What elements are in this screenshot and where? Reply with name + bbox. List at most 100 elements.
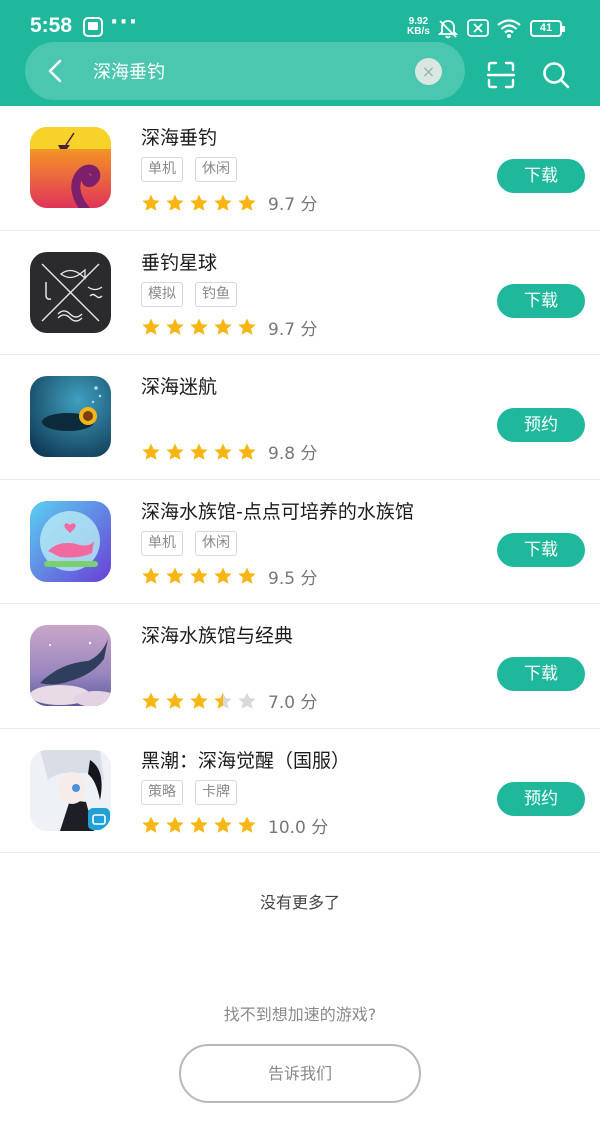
no-more-text: 没有更多了 xyxy=(259,893,340,912)
game-icon-subnautica xyxy=(30,376,111,457)
tag: 钓鱼 xyxy=(195,281,237,307)
star-filled-icon xyxy=(142,443,160,460)
game-icon-whale xyxy=(30,625,111,706)
star-filled-icon xyxy=(214,318,232,335)
game-name: 深海水族馆与经典 xyxy=(141,625,294,647)
app-notification-icon xyxy=(83,17,103,37)
score: 9.7 分 xyxy=(268,195,318,215)
mute-bell-icon xyxy=(437,20,459,39)
download-button[interactable]: 下载 xyxy=(497,283,585,318)
score: 7.0 分 xyxy=(268,693,318,713)
score: 10.0 分 xyxy=(268,817,329,838)
game-name: 深海水族馆-点点可培养的水族馆 xyxy=(141,500,414,523)
star-filled-icon xyxy=(166,318,184,335)
status-time: 5:58 xyxy=(30,14,73,37)
star-filled-icon xyxy=(190,318,208,335)
star-filled-icon xyxy=(190,443,208,460)
game-icon-fishing-planet xyxy=(30,251,111,333)
search-icon[interactable] xyxy=(541,60,571,90)
list-item[interactable]: 深海垂钓 单机 休闲 9.7 分 下载 xyxy=(0,106,600,231)
star-filled-icon xyxy=(142,692,160,709)
star-filled-icon xyxy=(238,816,256,833)
game-name: 垂钓星球 xyxy=(141,251,218,274)
star-filled-icon xyxy=(214,194,232,211)
star-filled-icon xyxy=(142,816,160,833)
star-filled-icon xyxy=(238,443,256,460)
tag: 卡牌 xyxy=(195,779,237,805)
star-rating xyxy=(141,441,261,460)
star-filled-icon xyxy=(166,443,184,460)
star-filled-icon xyxy=(166,692,184,709)
star-filled-icon xyxy=(190,567,208,584)
list-item[interactable]: 深海水族馆与经典 7.0 分 下载 xyxy=(0,604,600,729)
list-item[interactable]: 黑潮：深海觉醒（国服） 策略 卡牌 10.0 分 预约 xyxy=(0,729,600,853)
search-bar: × xyxy=(25,42,465,100)
game-name: 黑潮：深海觉醒（国服） xyxy=(141,749,351,772)
tag-list: 策略 卡牌 xyxy=(141,779,249,805)
result-list: 深海垂钓 单机休闲 9.7 分 下载 垂钓星球 模拟钓鱼 9.7 分 下载 xyxy=(0,106,600,853)
reserve-button[interactable]: 预约 xyxy=(497,781,585,816)
rating: 7.0 分 xyxy=(141,688,318,713)
header: 5:58 ··· 9.92 KB/s 41 × xyxy=(0,0,600,106)
feedback-hint: 找不到想加速的游戏? xyxy=(223,1005,377,1024)
game-icon-deep-sea-fishing xyxy=(30,127,111,208)
star-filled-icon xyxy=(214,567,232,584)
star-half-icon xyxy=(214,692,232,709)
battery-icon: 41 xyxy=(530,20,565,37)
list-item[interactable]: 深海迷航 9.8 分 预约 xyxy=(0,355,600,480)
search-input[interactable] xyxy=(93,56,403,86)
reserve-button[interactable]: 预约 xyxy=(497,408,585,442)
game-name: 深海迷航 xyxy=(141,376,218,398)
game-icon-aquarium xyxy=(30,500,111,582)
star-rating xyxy=(141,317,261,336)
download-button[interactable]: 下载 xyxy=(497,657,585,691)
star-empty-icon xyxy=(238,692,256,709)
star-filled-icon xyxy=(142,194,160,211)
rating: 9.5 分 xyxy=(141,564,318,589)
star-rating xyxy=(141,192,261,211)
game-icon-black-tide xyxy=(30,749,111,831)
star-filled-icon xyxy=(238,567,256,584)
rating: 10.0 分 xyxy=(141,813,329,838)
net-speed-unit: KB/s xyxy=(407,26,430,37)
tag: 单机 xyxy=(141,530,183,556)
star-filled-icon xyxy=(238,194,256,211)
list-item[interactable]: 垂钓星球 模拟 钓鱼 9.7 分 下载 xyxy=(0,231,600,355)
scan-icon[interactable] xyxy=(486,60,516,90)
clear-icon[interactable]: × xyxy=(415,58,442,85)
star-filled-icon xyxy=(214,443,232,460)
tag: 模拟 xyxy=(141,281,183,307)
tag: 策略 xyxy=(141,779,183,805)
star-filled-icon xyxy=(190,816,208,833)
rating: 9.7 分 xyxy=(141,190,318,215)
rating: 9.7 分 xyxy=(141,315,318,340)
wifi-icon xyxy=(497,19,521,38)
tag: 休闲 xyxy=(195,157,237,182)
download-button[interactable]: 下载 xyxy=(497,532,585,567)
star-rating xyxy=(141,815,261,834)
no-sim-icon xyxy=(467,19,489,37)
star-rating xyxy=(141,690,261,709)
score: 9.7 分 xyxy=(268,319,318,340)
score: 9.5 分 xyxy=(268,568,318,589)
status-bar: 5:58 ··· 9.92 KB/s 41 xyxy=(0,0,600,40)
star-filled-icon xyxy=(238,318,256,335)
star-filled-icon xyxy=(190,194,208,211)
game-name: 深海垂钓 xyxy=(141,127,218,149)
list-item[interactable]: 深海水族馆-点点可培养的水族馆 单机 休闲 9.5 分 下载 xyxy=(0,480,600,604)
tag: 单机 xyxy=(141,157,183,182)
star-filled-icon xyxy=(214,816,232,833)
tag-list: 模拟 钓鱼 xyxy=(141,281,249,307)
rating: 9.8 分 xyxy=(141,439,318,464)
star-filled-icon xyxy=(166,567,184,584)
tag: 休闲 xyxy=(195,530,237,556)
net-speed: 9.92 KB/s xyxy=(407,17,430,37)
star-rating xyxy=(141,566,261,585)
star-filled-icon xyxy=(142,318,160,335)
tell-us-button[interactable]: 告诉我们 xyxy=(179,1044,421,1103)
star-filled-icon xyxy=(166,816,184,833)
score: 9.8 分 xyxy=(268,444,318,464)
back-icon[interactable] xyxy=(41,56,71,86)
download-button[interactable]: 下载 xyxy=(497,159,585,193)
more-dots-icon: ··· xyxy=(110,10,139,35)
